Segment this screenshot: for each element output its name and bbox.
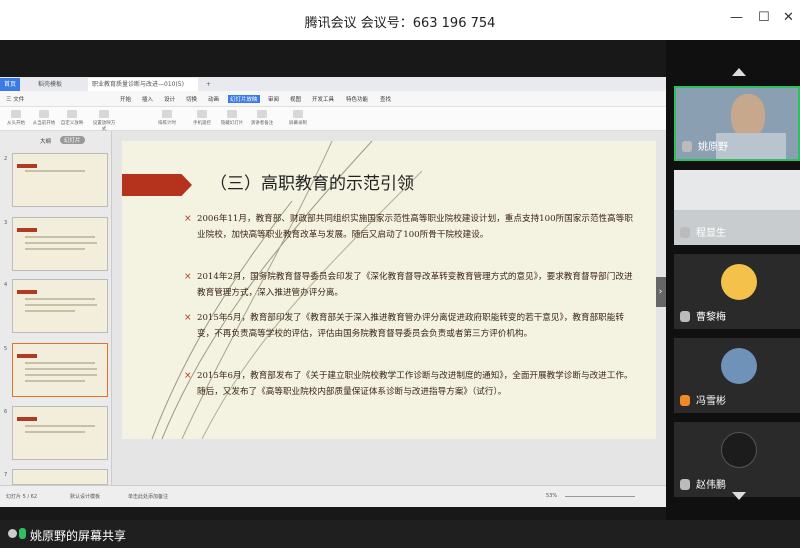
slideshow-toolbar: 从头开始 从当前开始 自定义放映 设置放映方式 排练计时 手机遥控 隐藏幻灯片 … [0,107,666,132]
presenter-notes-button[interactable]: 演讲者备注 [250,110,274,130]
screen-share-label: 姚原野的屏幕共享 [30,529,127,543]
menu-animation[interactable]: 动画 [208,95,219,103]
play-from-current-button[interactable]: 从当前开始 [32,110,56,130]
current-slide: （三）高职教育的示范引领 × 2006年11月，教育部、财政部共同组织实施国家示范… [122,141,656,439]
slide-thumbnail[interactable]: 7 [4,469,108,485]
tab-home[interactable]: 首页 [0,78,21,91]
slide-thumbnail-current[interactable]: 5 [4,343,108,397]
show-settings-button[interactable]: 设置放映方式 [92,110,116,132]
avatar [721,264,757,300]
screen-record-button[interactable]: 屏幕录制 [286,110,310,130]
custom-show-button[interactable]: 自定义放映 [60,110,84,130]
menu-review[interactable]: 审阅 [268,95,279,103]
slide-thumbnail[interactable]: 2 [4,153,108,207]
participant-video [731,94,765,138]
close-icon[interactable]: ✕ [783,10,794,25]
wps-tab-bar: 首页 稻壳模板 职业教育质量诊断与改进—010(5) + [0,77,666,91]
theme-name: 默认设计模板 [70,494,101,500]
menu-view[interactable]: 视图 [290,95,301,103]
hide-slide-button[interactable]: 隐藏幻灯片 [220,110,244,130]
tab-docer[interactable]: 稻壳模板 [34,78,66,91]
participant-tile[interactable]: 曹黎梅 [674,254,800,329]
slide-thumbnail[interactable]: 6 [4,406,108,460]
tab-document[interactable]: 职业教育质量诊断与改进—010(5) [88,78,198,91]
microphone-muted-icon [680,227,690,238]
slide-thumbnail[interactable]: 4 [4,279,108,333]
menu-slideshow[interactable]: 幻灯片放映 [228,95,260,103]
slide-thumbnail-panel: 大纲 幻灯片 2 3 4 5 6 7 [0,131,112,485]
status-bar: 幻灯片 5 / 62 默认设计模板 单击此处添加备注 53% [0,485,666,507]
title-arrow-shape [122,174,192,196]
menu-insert[interactable]: 插入 [142,95,153,103]
menu-search[interactable]: 查找 [380,95,391,103]
ribbon-menu: 三 文件 开始 插入 设计 切换 动画 幻灯片放映 审阅 视图 开发工具 特色功… [0,91,666,107]
screen-share-icon [8,529,17,538]
meeting-titlebar: 腾讯会议 会议号：663 196 754 — ☐ ✕ [0,0,800,40]
rehearse-timing-button[interactable]: 排练计时 [155,110,179,130]
scroll-down-icon[interactable] [732,492,746,500]
meeting-title: 腾讯会议 会议号：663 196 754 [304,16,496,31]
avatar [721,432,757,468]
notes-placeholder[interactable]: 单击此处添加备注 [128,493,168,500]
menu-file[interactable]: 三 文件 [6,95,24,103]
participant-tile-speaking[interactable]: 姚原野 [674,86,800,161]
slide-bullet: × 2015年5月，教育部印发了《教育部关于深入推进教育管办评分离促进政府职能转变… [184,313,624,339]
play-from-start-button[interactable]: 从头开始 [4,110,28,130]
microphone-muted-icon [680,311,690,322]
slide-bullet: × 2006年11月，教育部、财政部共同组织实施国家示范性高等职业院校建设计划，重… [184,214,633,240]
zoom-slider[interactable] [565,496,635,497]
microphone-icon [682,141,692,152]
slide-title: （三）高职教育的示范引领 [210,174,414,194]
participant-tile[interactable]: 冯雪彬 [674,338,800,413]
tab-outline[interactable]: 大纲 [40,137,51,145]
menu-devtools[interactable]: 开发工具 [312,95,334,103]
minimize-icon[interactable]: — [730,10,743,25]
slide-thumbnail[interactable]: 3 [4,217,108,271]
slide-counter: 幻灯片 5 / 62 [6,494,37,500]
zoom-level: 53% [546,493,558,499]
scroll-up-icon[interactable] [732,68,746,76]
user-icon [680,395,690,406]
new-tab-button[interactable]: + [202,78,215,91]
panel-collapse-icon[interactable]: › [655,277,666,307]
participant-tile[interactable]: 程显生 [674,170,800,245]
bottom-bar: 姚原野的屏幕共享 [0,520,800,548]
slide-bullet: × 2014年2月，国务院教育督导委员会印发了《深化教育督导改革转变教育管理方式的… [184,272,633,298]
participant-tile[interactable]: 赵伟鹏 [674,422,800,497]
menu-transition[interactable]: 切换 [186,95,197,103]
tab-slides[interactable]: 幻灯片 [60,136,85,144]
menu-design[interactable]: 设计 [164,95,175,103]
phone-remote-button[interactable]: 手机遥控 [190,110,214,130]
maximize-icon[interactable]: ☐ [758,10,770,25]
microphone-icon [19,528,26,539]
microphone-muted-icon [680,479,690,490]
participant-panel: 姚原野 程显生 曹黎梅 冯雪彬 赵伟鹏 [666,40,800,520]
avatar [721,348,757,384]
menu-features[interactable]: 特色功能 [346,95,368,103]
slide-bullet: × 2015年6月，教育部发布了《关于建立职业院校教学工作诊断与改进制度的通知》，… [184,371,633,397]
menu-start[interactable]: 开始 [120,95,131,103]
